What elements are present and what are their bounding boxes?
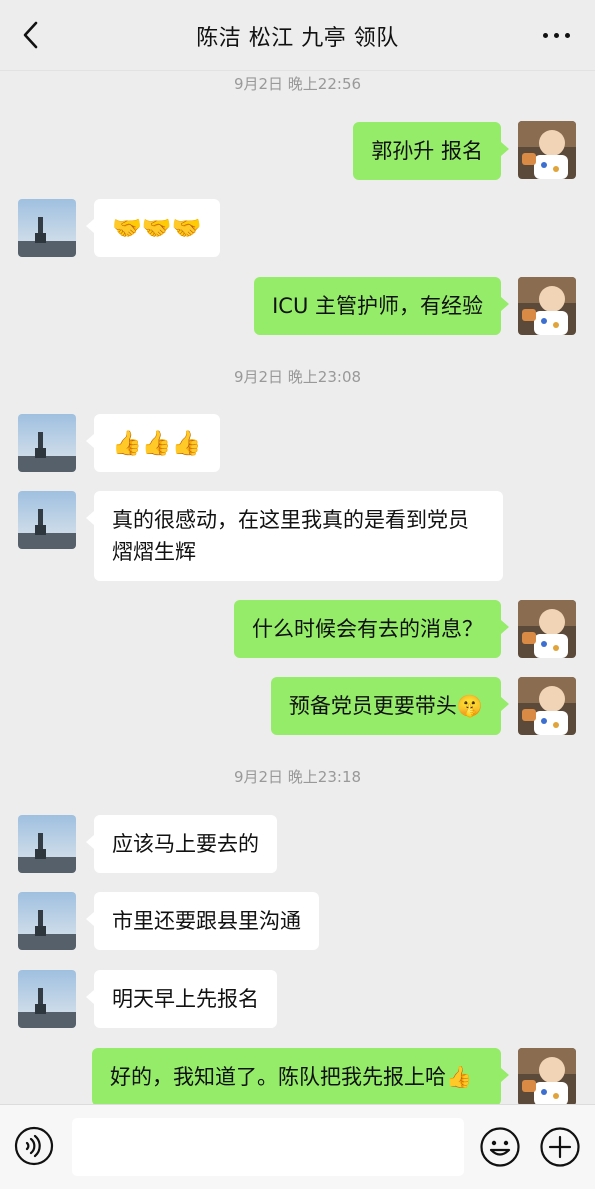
message-list[interactable]: 9月2日 晚上22:56 郭孙升 报名 🤝🤝🤝 ICU 主管护师，有经验 9月2…	[0, 70, 595, 1104]
outgoing-message[interactable]: 什么时候会有去的消息？	[234, 600, 509, 658]
contact-avatar[interactable]	[18, 414, 76, 472]
outgoing-message[interactable]: 好的，我知道了。陈队把我先报上哈👍	[92, 1048, 509, 1104]
emoji-button[interactable]	[479, 1126, 521, 1168]
chat-title: 陈洁 松江 九亭 领队	[196, 26, 399, 51]
more-button[interactable]	[531, 18, 581, 52]
incoming-message[interactable]: 市里还要跟县里沟通	[86, 892, 319, 950]
contact-avatar[interactable]	[18, 892, 76, 950]
my-avatar[interactable]	[518, 121, 576, 179]
incoming-message[interactable]: 👍👍👍	[86, 414, 220, 472]
my-avatar[interactable]	[518, 277, 576, 335]
contact-avatar[interactable]	[18, 199, 76, 257]
my-avatar[interactable]	[518, 1048, 576, 1104]
voice-input-icon	[14, 1126, 54, 1166]
plus-icon	[540, 1127, 580, 1167]
contact-avatar[interactable]	[18, 970, 76, 1028]
incoming-message[interactable]: 明天早上先报名	[86, 970, 277, 1028]
chat-header: 陈洁 松江 九亭 领队	[0, 0, 595, 71]
contact-avatar[interactable]	[18, 815, 76, 873]
my-avatar[interactable]	[518, 600, 576, 658]
outgoing-message[interactable]: 预备党员更要带头🤫	[270, 677, 510, 735]
voice-button[interactable]	[14, 1126, 54, 1166]
contact-avatar[interactable]	[18, 491, 76, 549]
timestamp: 9月2日 晚上23:18	[233, 768, 362, 786]
timestamp: 9月2日 晚上23:08	[233, 368, 362, 386]
incoming-message[interactable]: 🤝🤝🤝	[86, 199, 220, 257]
my-avatar[interactable]	[518, 677, 576, 735]
outgoing-message[interactable]: ICU 主管护师，有经验	[254, 277, 509, 335]
input-bar	[0, 1104, 595, 1189]
timestamp: 9月2日 晚上22:56	[233, 75, 362, 93]
incoming-message[interactable]: 应该马上要去的	[86, 815, 277, 873]
emoji-face-icon	[480, 1127, 520, 1167]
message-input[interactable]	[72, 1118, 464, 1176]
incoming-message[interactable]: 真的很感动，在这里我真的是看到党员熠熠生辉	[86, 491, 503, 581]
more-dots-icon	[542, 32, 548, 38]
outgoing-message[interactable]: 郭孙升 报名	[353, 122, 509, 180]
more-functions-button[interactable]	[539, 1126, 581, 1168]
